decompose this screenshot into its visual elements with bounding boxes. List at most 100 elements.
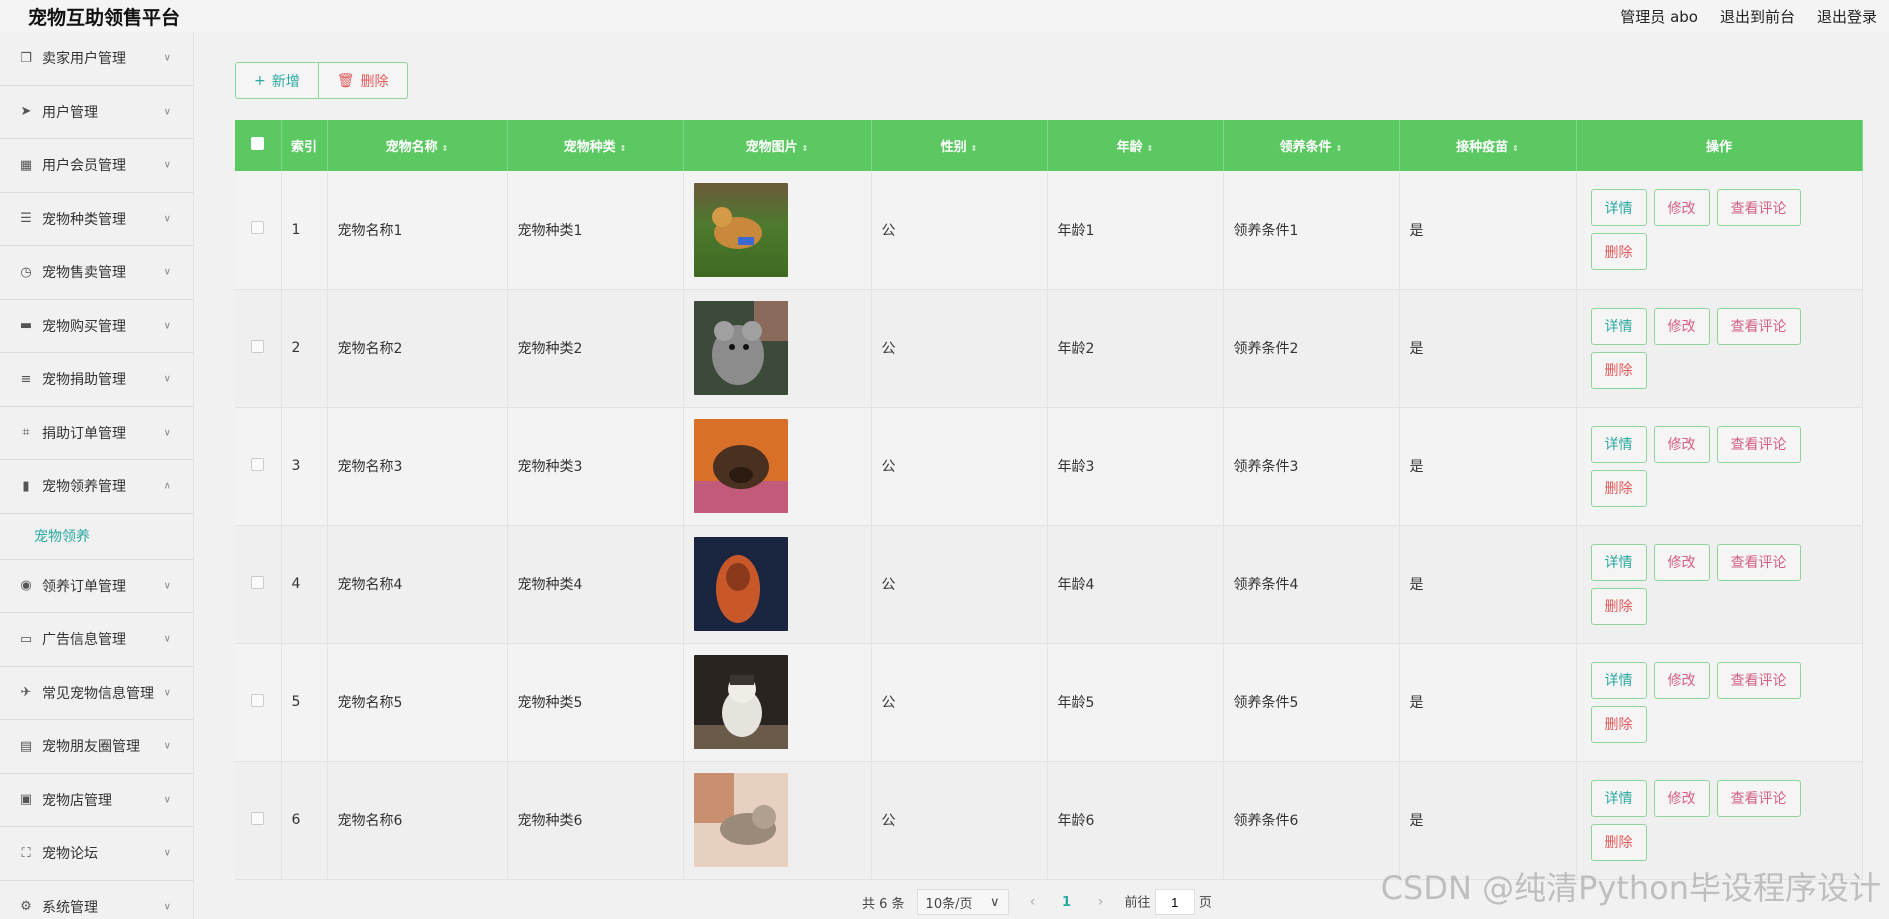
- sidebar-item-pet-purchase[interactable]: ▬ 宠物购买管理 ∨: [0, 300, 193, 353]
- sort-icon[interactable]: ⇕: [1512, 144, 1519, 153]
- row-checkbox[interactable]: [251, 811, 265, 825]
- chevron-down-icon: ∨: [163, 427, 171, 439]
- compass-icon: ◉: [20, 578, 32, 594]
- page-number[interactable]: 1: [1057, 895, 1077, 910]
- remove-button[interactable]: 删除: [1590, 469, 1647, 507]
- sort-icon[interactable]: ⇕: [971, 144, 978, 153]
- view-reviews-button[interactable]: 查看评论: [1716, 425, 1801, 463]
- cell-image: [683, 761, 872, 879]
- edit-button[interactable]: 修改: [1653, 543, 1710, 581]
- sidebar-item-label: 宠物售卖管理: [42, 265, 126, 282]
- remove-button[interactable]: 删除: [1590, 351, 1647, 389]
- cell-age: 年龄4: [1047, 525, 1224, 643]
- view-reviews-button[interactable]: 查看评论: [1716, 661, 1801, 699]
- sidebar-item-pet-donation[interactable]: ≡ 宠物捐助管理 ∨: [0, 353, 193, 407]
- col-header-name[interactable]: 宠物名称 ⇕: [327, 120, 508, 171]
- select-all-cell[interactable]: [235, 120, 282, 171]
- add-button[interactable]: + 新增: [235, 62, 319, 99]
- edit-button[interactable]: 修改: [1653, 425, 1710, 463]
- sidebar-item-pet-sales[interactable]: ◷ 宠物售卖管理 ∨: [0, 246, 193, 300]
- sidebar-item-ads[interactable]: ▭ 广告信息管理 ∨: [0, 613, 193, 667]
- row-checkbox[interactable]: [251, 221, 265, 235]
- col-header-gender[interactable]: 性别 ⇕: [871, 120, 1048, 171]
- row-select-cell[interactable]: [235, 525, 282, 643]
- sidebar-item-users[interactable]: ➤ 用户管理 ∨: [0, 86, 193, 139]
- logout-link[interactable]: 退出登录: [1817, 6, 1877, 27]
- pet-photo-dog: [693, 182, 788, 277]
- sidebar-item-members[interactable]: ▦ 用户会员管理 ∨: [0, 139, 193, 193]
- sidebar-item-donation-orders[interactable]: ⌗ 捐助订单管理 ∨: [0, 407, 193, 460]
- sidebar-item-adoption-orders[interactable]: ◉ 领养订单管理 ∨: [0, 560, 193, 613]
- edit-button[interactable]: 修改: [1653, 189, 1710, 227]
- delete-button[interactable]: 🗑 删除: [318, 62, 408, 99]
- select-all-checkbox[interactable]: [251, 137, 265, 150]
- sort-icon[interactable]: ⇕: [620, 144, 627, 153]
- row-checkbox[interactable]: [251, 693, 265, 707]
- col-header-label: 领养条件: [1279, 140, 1332, 155]
- row-select-cell[interactable]: [235, 407, 282, 525]
- detail-button[interactable]: 详情: [1590, 425, 1647, 463]
- next-page-icon[interactable]: ›: [1089, 894, 1113, 910]
- row-select-cell[interactable]: [235, 289, 282, 407]
- remove-button[interactable]: 删除: [1590, 705, 1647, 743]
- sidebar-item-pet-kinds[interactable]: ☰ 宠物种类管理 ∨: [0, 193, 193, 246]
- remove-button[interactable]: 删除: [1590, 233, 1647, 271]
- app-title: 宠物互助领售平台: [28, 6, 181, 29]
- cell-image: [683, 407, 872, 525]
- view-reviews-button[interactable]: 查看评论: [1716, 543, 1801, 581]
- list-icon: ≡: [20, 371, 32, 387]
- chevron-down-icon: ∨: [163, 213, 171, 225]
- col-header-image[interactable]: 宠物图片 ⇕: [683, 120, 872, 171]
- chevron-down-icon: ∨: [990, 894, 1000, 910]
- chevron-down-icon: ∨: [163, 580, 171, 592]
- view-reviews-button[interactable]: 查看评论: [1716, 779, 1801, 817]
- detail-button[interactable]: 详情: [1590, 189, 1647, 227]
- admin-label: 管理员 abo: [1620, 7, 1698, 26]
- detail-button[interactable]: 详情: [1590, 543, 1647, 581]
- remove-button[interactable]: 删除: [1590, 823, 1647, 861]
- sidebar-item-pet-adoption[interactable]: ▮ 宠物领养管理 ∧: [0, 460, 193, 514]
- detail-button[interactable]: 详情: [1590, 661, 1647, 699]
- col-header-vaccine[interactable]: 接种疫苗 ⇕: [1399, 120, 1577, 171]
- sort-icon[interactable]: ⇕: [1147, 144, 1154, 153]
- remove-button[interactable]: 删除: [1590, 587, 1647, 625]
- sidebar-item-common-pets[interactable]: ✈ 常见宠物信息管理 ∨: [0, 667, 193, 720]
- cell-actions: 详情 修改 查看评论 删除: [1576, 289, 1863, 407]
- prev-page-icon[interactable]: ‹: [1021, 894, 1045, 910]
- cell-actions: 详情 修改 查看评论 删除: [1576, 407, 1863, 525]
- sidebar-item-label: 宠物种类管理: [42, 211, 126, 228]
- sidebar-item-system[interactable]: ⚙ 系统管理 ∨: [0, 881, 193, 919]
- sort-icon[interactable]: ⇕: [442, 144, 449, 153]
- row-select-cell[interactable]: [235, 761, 282, 879]
- detail-button[interactable]: 详情: [1590, 779, 1647, 817]
- page-size-select[interactable]: 10条/页 ∨: [916, 889, 1009, 915]
- row-checkbox[interactable]: [251, 457, 265, 471]
- sort-icon[interactable]: ⇕: [802, 144, 809, 153]
- col-header-condition[interactable]: 领养条件 ⇕: [1223, 120, 1400, 171]
- cell-gender: 公: [871, 407, 1048, 525]
- sort-icon[interactable]: ⇕: [1336, 144, 1343, 153]
- edit-button[interactable]: 修改: [1653, 307, 1710, 345]
- cell-kind: 宠物种类4: [507, 525, 684, 643]
- view-reviews-button[interactable]: 查看评论: [1716, 189, 1801, 227]
- sidebar-item-pet-forum[interactable]: ⛶ 宠物论坛 ∨: [0, 827, 193, 881]
- submenu-pet-adoption[interactable]: 宠物领养: [0, 514, 193, 560]
- detail-button[interactable]: 详情: [1590, 307, 1647, 345]
- sidebar-item-pet-shops[interactable]: ▣ 宠物店管理 ∨: [0, 774, 193, 827]
- col-header-label: 宠物名称: [385, 140, 438, 155]
- row-select-cell[interactable]: [235, 171, 282, 289]
- sidebar-item-seller-users[interactable]: ❐ 卖家用户管理 ∨: [0, 32, 193, 86]
- col-header-age[interactable]: 年龄 ⇕: [1047, 120, 1224, 171]
- edit-button[interactable]: 修改: [1653, 661, 1710, 699]
- pagination: 共 6 条 10条/页 ∨ ‹ 1 › 前往 页: [862, 889, 1212, 915]
- row-checkbox[interactable]: [251, 339, 265, 353]
- edit-button[interactable]: 修改: [1653, 779, 1710, 817]
- row-select-cell[interactable]: [235, 643, 282, 761]
- row-checkbox[interactable]: [251, 575, 265, 589]
- col-header-kind[interactable]: 宠物种类 ⇕: [507, 120, 684, 171]
- view-reviews-button[interactable]: 查看评论: [1716, 307, 1801, 345]
- exit-front-link[interactable]: 退出到前台: [1720, 6, 1795, 27]
- sidebar-item-pet-moments[interactable]: ▤ 宠物朋友圈管理 ∨: [0, 720, 193, 774]
- chevron-down-icon: ∨: [163, 633, 171, 645]
- goto-page-input[interactable]: [1154, 889, 1195, 915]
